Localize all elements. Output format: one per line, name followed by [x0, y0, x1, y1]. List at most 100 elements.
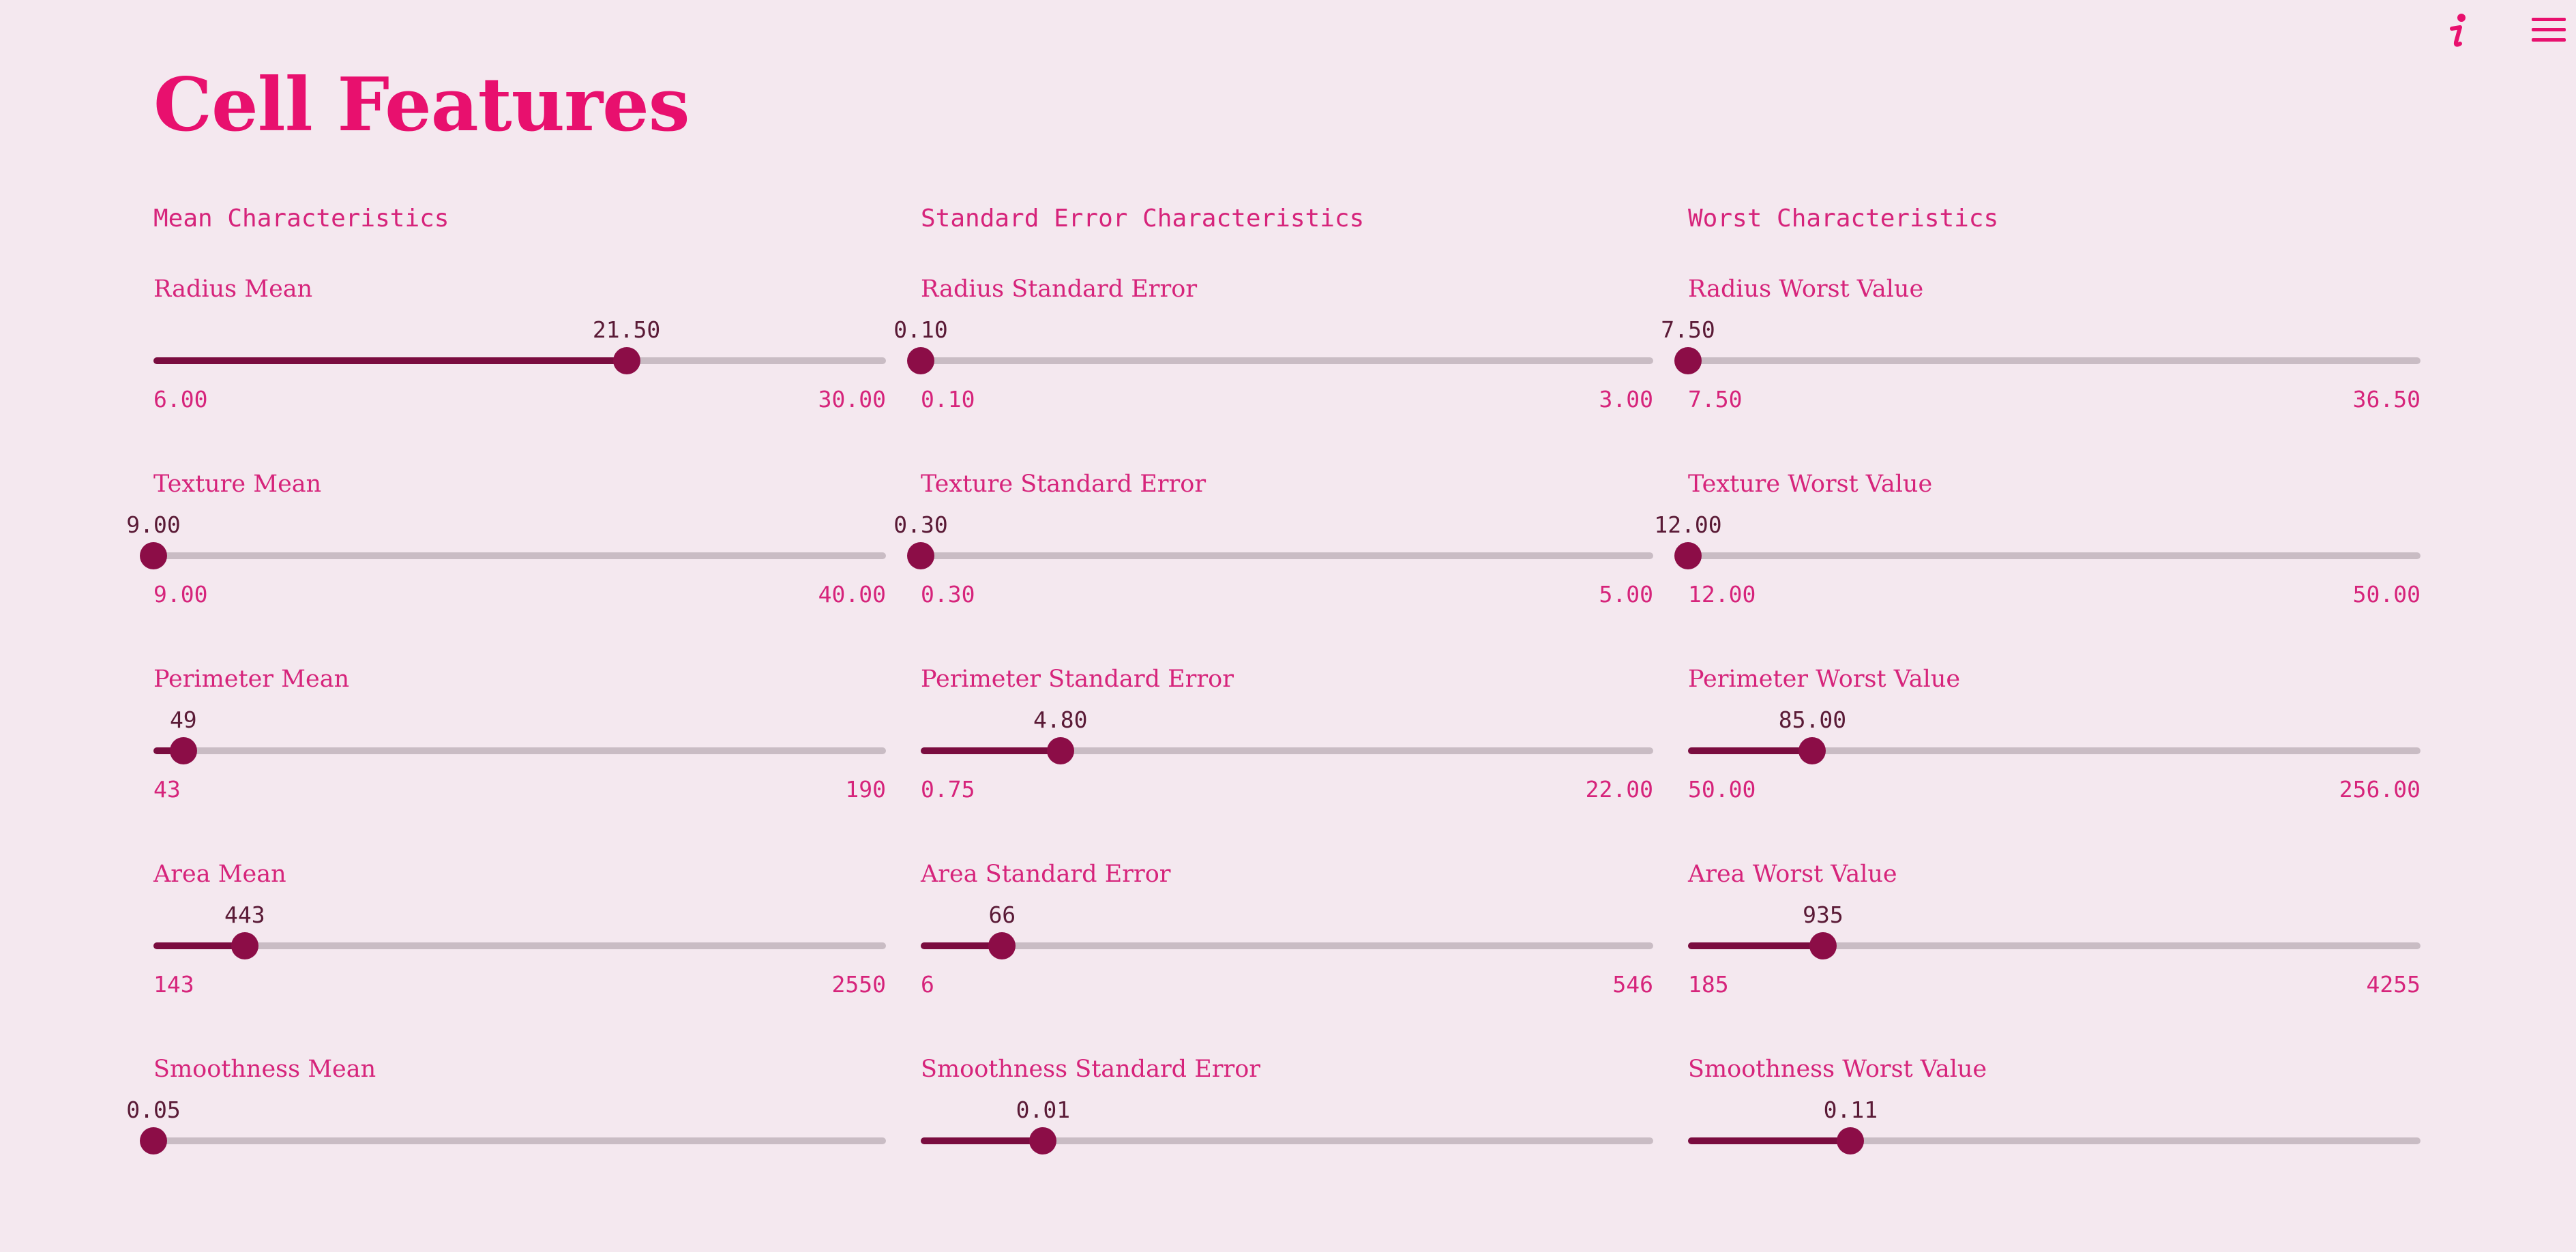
- slider-track[interactable]: [153, 932, 886, 959]
- slider-min-label: 6.00: [153, 386, 208, 413]
- slider-thumb[interactable]: [1674, 542, 1702, 569]
- slider-min-label: 6: [921, 971, 934, 998]
- slider-value: 9.00: [126, 511, 181, 538]
- slider-thumb[interactable]: [988, 932, 1016, 959]
- slider-track[interactable]: [153, 347, 886, 374]
- slider-value: 21.50: [592, 316, 661, 343]
- slider-fill: [1688, 747, 1813, 754]
- slider-max-label: 256.00: [2339, 776, 2420, 803]
- slider-fill: [153, 357, 627, 364]
- slider-max-label: 546: [1612, 971, 1653, 998]
- slider-radius-worst-value: Radius Worst Value 7.50 7.50 36.50: [1661, 275, 2420, 472]
- slider-area-standard-error: Area Standard Error 66 6 546: [921, 861, 1653, 1057]
- slider-smoothness-worst-value: Smoothness Worst Value 0.11: [1688, 1056, 2420, 1252]
- slider-track[interactable]: [1674, 542, 2420, 569]
- slider-value: 0.30: [893, 511, 948, 538]
- slider-track[interactable]: [907, 347, 1653, 374]
- slider-value: 66: [988, 901, 1016, 928]
- slider-label: Smoothness Worst Value: [1688, 1056, 1987, 1083]
- slider-min-label: 0.30: [921, 581, 975, 608]
- slider-thumb[interactable]: [1029, 1127, 1057, 1154]
- slider-fill: [921, 747, 1061, 754]
- slider-value: 7.50: [1661, 316, 1715, 343]
- slider-track[interactable]: [153, 737, 886, 764]
- slider-label: Perimeter Mean: [153, 666, 350, 693]
- slider-thumb[interactable]: [140, 1127, 167, 1154]
- column-heading: Standard Error Characteristics: [921, 205, 1365, 233]
- slider-texture-mean: Texture Mean 9.00 9.00 40.00: [126, 471, 886, 667]
- slider-track[interactable]: [1674, 347, 2420, 374]
- slider-max-label: 22.00: [1585, 776, 1653, 803]
- slider-thumb[interactable]: [1798, 737, 1826, 764]
- slider-label: Smoothness Standard Error: [921, 1056, 1261, 1083]
- slider-thumb[interactable]: [1809, 932, 1837, 959]
- slider-label: Texture Worst Value: [1688, 471, 1933, 498]
- slider-thumb[interactable]: [1046, 737, 1074, 764]
- slider-track[interactable]: [921, 737, 1653, 764]
- column-standard-error-characteristics: Standard Error Characteristics Radius St…: [893, 203, 1653, 1252]
- slider-label: Area Worst Value: [1688, 861, 1897, 888]
- slider-radius-mean: Radius Mean 21.50 6.00 30.00: [153, 275, 886, 472]
- slider-min-label: 0.75: [921, 776, 975, 803]
- slider-label: Radius Mean: [153, 275, 313, 303]
- slider-area-mean: Area Mean 443 143 2550: [153, 861, 886, 1057]
- slider-thumb[interactable]: [1837, 1127, 1865, 1154]
- slider-value: 85.00: [1778, 706, 1847, 733]
- slider-track[interactable]: [140, 542, 886, 569]
- slider-thumb[interactable]: [907, 542, 934, 569]
- slider-track[interactable]: [921, 1127, 1653, 1154]
- column-heading: Worst Characteristics: [1688, 205, 1999, 233]
- info-icon[interactable]: [2445, 12, 2472, 50]
- slider-thumb[interactable]: [612, 347, 640, 374]
- slider-max-label: 2550: [831, 971, 886, 998]
- slider-smoothness-standard-error: Smoothness Standard Error 0.01: [921, 1056, 1653, 1252]
- slider-label: Texture Standard Error: [921, 471, 1206, 498]
- slider-thumb[interactable]: [231, 932, 258, 959]
- slider-min-label: 143: [153, 971, 194, 998]
- slider-thumb[interactable]: [140, 542, 167, 569]
- slider-max-label: 40.00: [818, 581, 886, 608]
- slider-track[interactable]: [1688, 737, 2420, 764]
- page-title: Cell Features: [153, 62, 690, 148]
- slider-texture-worst-value: Texture Worst Value 12.00 12.00 50.00: [1654, 471, 2420, 667]
- slider-min-label: 0.10: [921, 386, 975, 413]
- slider-max-label: 4255: [2366, 971, 2420, 998]
- slider-thumb[interactable]: [169, 737, 197, 764]
- slider-max-label: 3.00: [1599, 386, 1653, 413]
- slider-track[interactable]: [1688, 1127, 2420, 1154]
- column-mean-characteristics: Mean Characteristics Radius Mean 21.50 6.0…: [126, 203, 886, 1252]
- slider-fill: [921, 1137, 1043, 1144]
- slider-radius-standard-error: Radius Standard Error 0.10 0.10 3.00: [893, 275, 1653, 472]
- slider-value: 0.01: [1016, 1097, 1071, 1123]
- hamburger-menu-icon[interactable]: [2532, 18, 2566, 42]
- slider-max-label: 5.00: [1599, 581, 1653, 608]
- slider-label: Perimeter Standard Error: [921, 666, 1234, 693]
- slider-perimeter-mean: Perimeter Mean 49 43 190: [153, 666, 886, 862]
- slider-label: Area Mean: [153, 861, 286, 888]
- slider-label: Radius Worst Value: [1688, 275, 1924, 303]
- slider-perimeter-worst-value: Perimeter Worst Value 85.00 50.00 256.00: [1688, 666, 2420, 862]
- column-worst-characteristics: Worst Characteristics Radius Worst Value…: [1654, 203, 2420, 1252]
- slider-value: 0.05: [126, 1097, 181, 1123]
- slider-max-label: 190: [845, 776, 886, 803]
- slider-thumb[interactable]: [907, 347, 934, 374]
- slider-track[interactable]: [921, 932, 1653, 959]
- slider-label: Area Standard Error: [921, 861, 1171, 888]
- slider-track[interactable]: [907, 542, 1653, 569]
- slider-value: 443: [224, 901, 265, 928]
- slider-label: Texture Mean: [153, 471, 322, 498]
- slider-min-label: 185: [1688, 971, 1729, 998]
- column-heading: Mean Characteristics: [153, 205, 449, 233]
- slider-label: Perimeter Worst Value: [1688, 666, 1961, 693]
- slider-max-label: 30.00: [818, 386, 886, 413]
- slider-texture-standard-error: Texture Standard Error 0.30 0.30 5.00: [893, 471, 1653, 667]
- slider-fill: [1688, 1137, 1851, 1144]
- slider-area-worst-value: Area Worst Value 935 185 4255: [1688, 861, 2420, 1057]
- slider-track[interactable]: [140, 1127, 886, 1154]
- slider-thumb[interactable]: [1674, 347, 1702, 374]
- slider-track[interactable]: [1688, 932, 2420, 959]
- slider-smoothness-mean: Smoothness Mean 0.05: [126, 1056, 886, 1252]
- slider-perimeter-standard-error: Perimeter Standard Error 4.80 0.75 22.00: [921, 666, 1653, 862]
- slider-value: 49: [169, 706, 197, 733]
- slider-label: Smoothness Mean: [153, 1056, 376, 1083]
